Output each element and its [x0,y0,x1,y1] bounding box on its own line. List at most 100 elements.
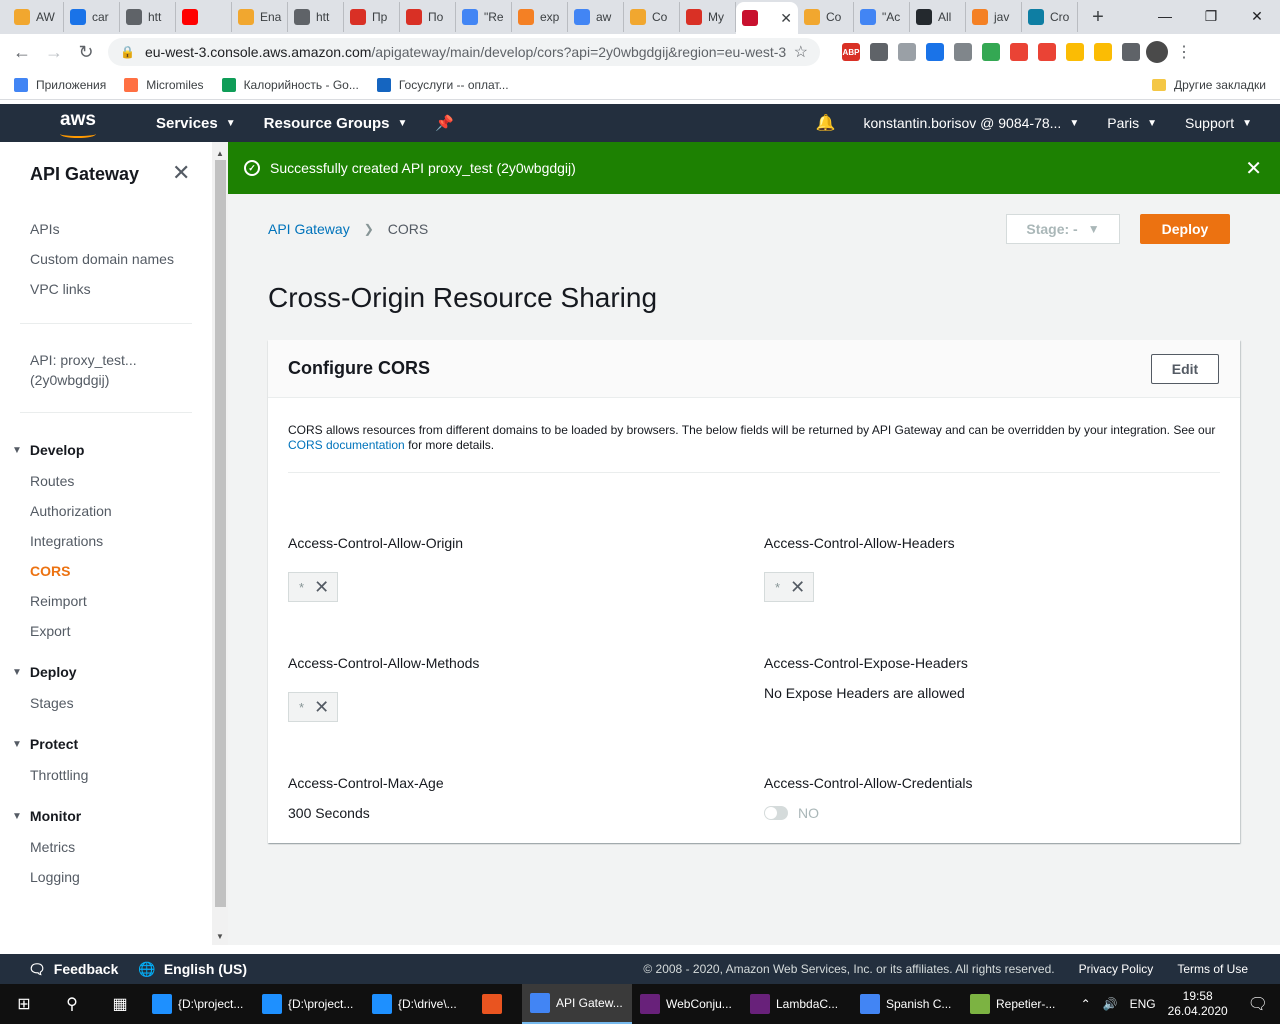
stage-select[interactable]: Stage: - ▼ [1006,214,1120,244]
sidebar-item-routes[interactable]: Routes [30,473,74,489]
browser-tab[interactable]: All [910,2,966,32]
close-icon[interactable]: ✕ [172,160,190,186]
close-icon[interactable]: ✕ [1245,156,1262,181]
taskbar-app[interactable]: {D:\drive\... [364,984,474,1024]
deploy-button[interactable]: Deploy [1140,214,1230,244]
media-icon[interactable] [1122,43,1140,61]
drive-icon[interactable] [898,43,916,61]
taskbar-app[interactable]: WebConju... [632,984,742,1024]
sidebar-item-reimport[interactable]: Reimport [30,593,87,609]
browser-tab[interactable]: aw [568,2,624,32]
sidebar-item-metrics[interactable]: Metrics [30,839,75,855]
sidebar-item-vpc-links[interactable]: VPC links [30,281,91,297]
bookmark-star-icon[interactable]: ☆ [794,42,808,62]
sidebar-section-protect[interactable]: ▼ Protect [12,736,78,752]
browser-tab[interactable]: "Re [456,2,512,32]
clock[interactable]: 19:58 26.04.2020 [1168,989,1228,1019]
task-view-icon[interactable]: ▦ [96,984,144,1024]
browser-tab[interactable]: jav [966,2,1022,32]
resource-groups-menu[interactable]: Resource Groups ▼ [264,115,408,132]
browser-tab[interactable]: По [400,2,456,32]
region-menu[interactable]: Paris ▼ [1107,115,1157,131]
scroll-down-icon[interactable]: ▼ [212,929,228,943]
sidebar-item-integrations[interactable]: Integrations [30,533,103,549]
taskbar-app[interactable]: LambdaC... [742,984,852,1024]
browser-tab[interactable]: My [680,2,736,32]
windows-start-icon[interactable]: ⊞ [0,984,48,1024]
browser-tab[interactable]: AW [8,2,64,32]
cloud-icon[interactable] [1038,43,1056,61]
taskbar-app[interactable] [474,984,522,1024]
taskbar-app[interactable]: API Gatew... [522,984,632,1024]
bookmark-item[interactable]: Приложения [14,77,106,92]
sidebar-section-deploy[interactable]: ▼ Deploy [12,664,77,680]
extension-icon[interactable] [926,43,944,61]
address-bar[interactable]: 🔒 eu-west-3.console.aws.amazon.com/apiga… [108,38,820,66]
extension-icon[interactable] [870,43,888,61]
browser-tab[interactable]: htt [288,2,344,32]
minimize-icon[interactable]: — [1142,0,1188,32]
language-selector[interactable]: 🌐 English (US) [138,961,247,978]
bookmark-item[interactable]: Госуслуги -- оплат... [376,77,509,92]
taskbar-app[interactable]: Spanish C... [852,984,962,1024]
browser-tab[interactable] [176,2,232,32]
privacy-policy-link[interactable]: Privacy Policy [1079,962,1154,976]
sidebar-item-cors[interactable]: CORS [30,563,70,579]
adblock-icon[interactable]: ABP [842,43,860,61]
browser-tab[interactable]: car [64,2,120,32]
close-window-icon[interactable]: ✕ [1234,0,1280,32]
extension-icon[interactable] [954,43,972,61]
sidebar-item-logging[interactable]: Logging [30,869,80,885]
edit-button[interactable]: Edit [1151,354,1219,384]
scroll-up-icon[interactable]: ▲ [212,146,228,160]
support-menu[interactable]: Support ▼ [1185,115,1252,131]
browser-tab[interactable]: exp [512,2,568,32]
pin-icon[interactable]: 📌 [435,114,454,132]
browser-tab[interactable]: Cro [1022,2,1078,32]
sidebar-item-export[interactable]: Export [30,623,70,639]
sidebar-item-throttling[interactable]: Throttling [30,767,88,783]
taskbar-app[interactable]: {D:\project... [144,984,254,1024]
bell-icon[interactable]: 🔔 [816,113,836,133]
close-tab-icon[interactable]: ✕ [780,10,792,27]
forward-icon[interactable]: → [40,38,68,66]
extension-icon[interactable] [1094,43,1112,61]
scrollbar-thumb[interactable] [215,160,226,907]
reload-icon[interactable]: ↻ [72,38,100,66]
sidebar-item-stages[interactable]: Stages [30,695,74,711]
bookmark-item[interactable]: Калорийность - Go... [221,77,359,92]
taskbar-app[interactable]: {D:\project... [254,984,364,1024]
sidebar-item-custom-domain-names[interactable]: Custom domain names [30,251,174,267]
terms-of-use-link[interactable]: Terms of Use [1177,962,1248,976]
account-menu[interactable]: konstantin.borisov @ 9084-78... ▼ [863,115,1079,131]
cookie-icon[interactable] [1066,43,1084,61]
other-bookmarks[interactable]: Другие закладки [1152,78,1266,92]
notifications-icon[interactable]: 🗨 [1248,994,1268,1014]
browser-tab[interactable]: Ena [232,2,288,32]
feedback-button[interactable]: 🗨 Feedback [28,961,118,978]
profile-avatar[interactable] [1146,41,1168,63]
volume-icon[interactable]: 🔊 [1103,997,1118,1011]
extension-icon[interactable] [982,43,1000,61]
browser-tab[interactable]: Co [624,2,680,32]
sidebar-api-name[interactable]: API: proxy_test... (2y0wbgdgij) [30,350,180,390]
new-tab-icon[interactable]: + [1084,3,1112,31]
search-icon[interactable]: ⚲ [48,984,96,1024]
aws-logo[interactable]: aws [52,108,112,138]
back-icon[interactable]: ← [8,38,36,66]
sidebar-item-apis[interactable]: APIs [30,221,60,237]
chevron-up-icon[interactable]: ⌃ [1081,997,1091,1011]
services-menu[interactable]: Services ▼ [156,115,236,132]
breadcrumb-api-gateway[interactable]: API Gateway [268,221,350,237]
browser-tab[interactable]: "Ac [854,2,910,32]
keyboard-language[interactable]: ENG [1130,997,1156,1011]
browser-tab[interactable]: htt [120,2,176,32]
sidebar-item-authorization[interactable]: Authorization [30,503,112,519]
menu-icon[interactable]: ⋮ [1176,42,1192,62]
extension-icon[interactable] [1010,43,1028,61]
sidebar-section-develop[interactable]: ▼ Develop [12,442,84,458]
maximize-icon[interactable]: ❐ [1188,0,1234,32]
cors-documentation-link[interactable]: CORS documentation [288,438,405,452]
sidebar-section-monitor[interactable]: ▼ Monitor [12,808,81,824]
browser-tab[interactable]: Пр [344,2,400,32]
